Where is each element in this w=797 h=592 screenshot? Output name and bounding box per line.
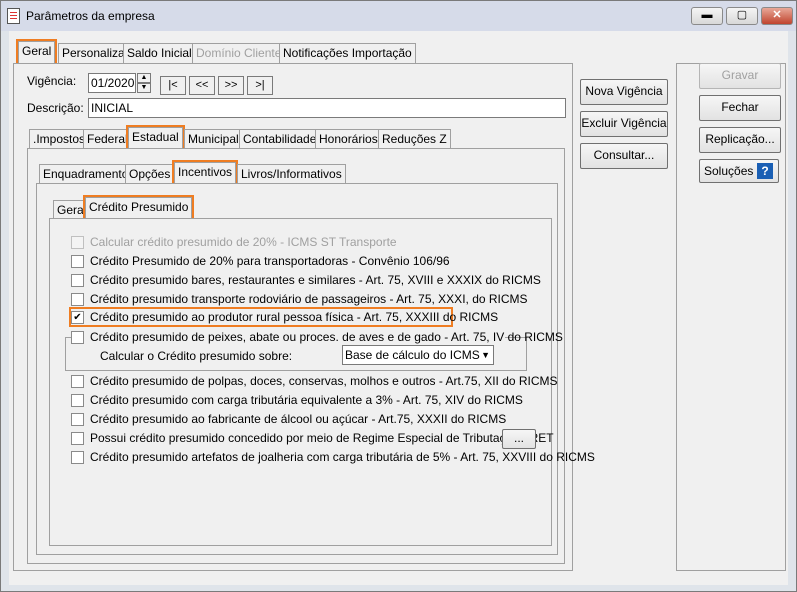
checkbox-checked[interactable]: ✔ <box>71 311 84 324</box>
checkbox-label: Crédito presumido transporte rodoviário … <box>90 292 528 306</box>
vigencia-label: Vigência: <box>27 74 77 88</box>
nova-vigencia-button[interactable]: Nova Vigência <box>580 79 668 105</box>
previous-record-button[interactable]: << <box>189 76 215 95</box>
replicacao-button[interactable]: Replicação... <box>699 127 781 153</box>
tab-dominio-cliente[interactable]: Domínio Cliente <box>192 43 286 63</box>
vigencia-spin-down[interactable]: ▼ <box>137 83 151 93</box>
checkbox[interactable] <box>71 432 84 445</box>
checkbox-label: Crédito presumido de polpas, doces, cons… <box>90 374 558 388</box>
first-record-button[interactable]: |< <box>160 76 186 95</box>
tab-personaliza[interactable]: Personaliza <box>58 43 129 63</box>
gravar-button[interactable]: Gravar <box>699 63 781 89</box>
checkbox-label: Crédito presumido de peixes, abate ou pr… <box>90 330 563 344</box>
client-area: Geral Personaliza Saldo Inicial Domínio … <box>9 31 788 585</box>
minimize-button[interactable]: ▬ <box>691 7 723 25</box>
checkbox[interactable] <box>71 255 84 268</box>
last-record-button[interactable]: >| <box>247 76 273 95</box>
checkbox[interactable] <box>71 451 84 464</box>
close-button[interactable]: ✕ <box>761 7 793 25</box>
checkbox-label: Crédito Presumido de 20% para transporta… <box>90 254 450 268</box>
window-title: Parâmetros da empresa <box>26 9 155 23</box>
fechar-button[interactable]: Fechar <box>699 95 781 121</box>
descricao-label: Descrição: <box>27 101 84 115</box>
vigencia-spin-up[interactable]: ▲ <box>137 73 151 83</box>
checkbox-label: Possui crédito presumido concedido por m… <box>90 431 554 445</box>
solucoes-label: Soluções <box>704 164 754 178</box>
checkbox[interactable] <box>71 394 84 407</box>
title-bar: Parâmetros da empresa ▬ ▢ ✕ <box>1 1 796 31</box>
excluir-vigencia-button[interactable]: Excluir Vigência <box>580 111 668 137</box>
calcular-sobre-select[interactable]: Base de cálculo do ICMS ▼ <box>342 345 494 365</box>
tab-livros-informativos[interactable]: Livros/Informativos <box>237 164 346 184</box>
calcular-sobre-value: Base de cálculo do ICMS <box>345 348 480 362</box>
checkbox-label: Crédito presumido ao produtor rural pess… <box>90 310 499 324</box>
chevron-down-icon: ▼ <box>481 350 490 360</box>
checkbox[interactable] <box>71 375 84 388</box>
tab-incentivos[interactable]: Incentivos <box>171 160 239 187</box>
checkbox-label: Crédito presumido com carga tributária e… <box>90 393 523 407</box>
checkbox[interactable] <box>71 413 84 426</box>
checkbox-label: Calcular crédito presumido de 20% - ICMS… <box>90 235 397 249</box>
tab-opcoes[interactable]: Opções <box>125 164 175 184</box>
tab-notificacoes-importacao[interactable]: Notificações Importação <box>279 43 416 63</box>
checkbox-label: Crédito presumido artefatos de joalheria… <box>90 450 595 464</box>
solucoes-button[interactable]: Soluções ? <box>699 159 779 183</box>
tab-reducoes-z[interactable]: Reduções Z <box>378 129 451 149</box>
next-record-button[interactable]: >> <box>218 76 244 95</box>
ret-details-button[interactable]: ... <box>502 429 536 449</box>
consultar-button[interactable]: Consultar... <box>580 143 668 169</box>
tab-enquadramento[interactable]: Enquadramento <box>39 164 133 184</box>
tab-federal[interactable]: Federal <box>83 129 132 149</box>
app-icon <box>7 8 20 24</box>
checkbox[interactable] <box>71 236 84 249</box>
checkbox-row[interactable]: Crédito presumido de peixes, abate ou pr… <box>71 329 563 345</box>
descricao-input[interactable]: INICIAL <box>88 98 566 118</box>
window: Parâmetros da empresa ▬ ▢ ✕ Geral Person… <box>0 0 797 592</box>
tab-geral[interactable]: Geral <box>15 39 58 66</box>
checkbox[interactable] <box>71 331 84 344</box>
help-icon: ? <box>757 163 773 179</box>
tab-contabilidade[interactable]: Contabilidade <box>239 129 321 149</box>
tab-saldo-inicial[interactable]: Saldo Inicial <box>123 43 196 63</box>
checkbox-label: Crédito presumido bares, restaurantes e … <box>90 273 541 287</box>
vigencia-input[interactable]: 01/2020 <box>88 73 136 93</box>
checkbox[interactable] <box>71 293 84 306</box>
checkbox[interactable] <box>71 274 84 287</box>
tab-credito-presumido[interactable]: Crédito Presumido <box>82 195 195 221</box>
tab-municipal[interactable]: Municipal <box>184 129 243 149</box>
tab-impostos[interactable]: .Impostos <box>29 129 90 149</box>
tab-honorarios[interactable]: Honorários <box>315 129 382 149</box>
calcular-sobre-label: Calcular o Crédito presumido sobre: <box>100 349 293 363</box>
checkbox-label: Crédito presumido ao fabricante de álcoo… <box>90 412 507 426</box>
maximize-button[interactable]: ▢ <box>726 7 758 25</box>
tab-estadual[interactable]: Estadual <box>126 125 185 151</box>
checkbox-row-produtor-rural[interactable]: ✔ Crédito presumido ao produtor rural pe… <box>69 307 498 327</box>
